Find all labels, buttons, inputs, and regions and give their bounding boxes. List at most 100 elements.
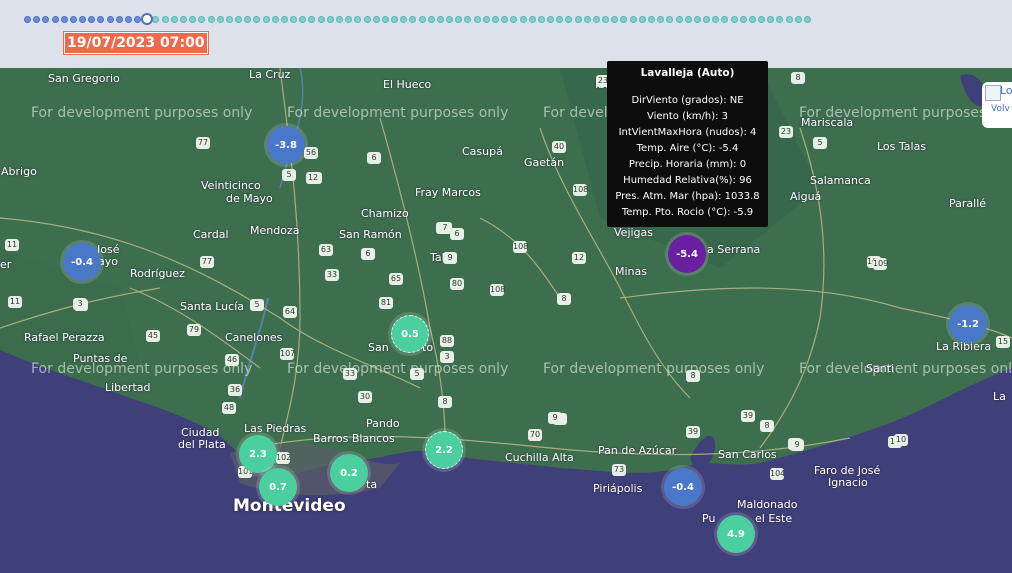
timeline-step[interactable] — [253, 16, 261, 23]
timeline-step[interactable] — [473, 16, 481, 23]
timeline-step[interactable] — [427, 16, 435, 23]
timeline-step[interactable] — [537, 16, 545, 23]
map-canvas[interactable]: For development purposes only For develo… — [0, 68, 1012, 573]
timeline-step[interactable] — [79, 16, 87, 23]
timeline-step[interactable] — [391, 16, 399, 23]
timeline-step[interactable] — [785, 16, 793, 23]
marker-san-gregorio[interactable]: -3.8 — [267, 126, 305, 164]
timeline-handle[interactable] — [141, 13, 154, 25]
timeline-step[interactable] — [583, 16, 591, 23]
timeline-step[interactable] — [363, 16, 371, 23]
timeline-step[interactable] — [776, 16, 784, 23]
timeline-step[interactable] — [354, 16, 362, 23]
timeline-step[interactable] — [501, 16, 509, 23]
back-button[interactable]: Lo Volv — [982, 82, 1012, 128]
timeline-step[interactable] — [33, 16, 41, 23]
timeline-step[interactable] — [712, 16, 720, 23]
timeline-slider[interactable] — [24, 12, 814, 28]
timeline-step[interactable] — [684, 16, 692, 23]
timeline-step[interactable] — [271, 16, 279, 23]
timeline-step[interactable] — [611, 16, 619, 23]
timeline-step[interactable] — [381, 16, 389, 23]
timeline-step[interactable] — [400, 16, 408, 23]
timeline-step[interactable] — [657, 16, 665, 23]
timeline-step[interactable] — [207, 16, 215, 23]
timeline-step[interactable] — [345, 16, 353, 23]
timeline-step[interactable] — [721, 16, 729, 23]
timeline-step[interactable] — [455, 16, 463, 23]
timeline-step[interactable] — [409, 16, 417, 23]
timeline-step[interactable] — [436, 16, 444, 23]
timeline-step[interactable] — [804, 16, 811, 23]
timeline-step[interactable] — [299, 16, 307, 23]
timeline-step[interactable] — [60, 16, 68, 23]
timeline-step[interactable] — [758, 16, 766, 23]
timeline-step[interactable] — [730, 16, 738, 23]
timeline-step[interactable] — [88, 16, 96, 23]
marker-montevideo[interactable]: 0.7 — [259, 468, 297, 506]
timeline-step[interactable] — [106, 16, 114, 23]
timeline-step[interactable] — [794, 16, 802, 23]
marker-rocha[interactable]: -1.2 — [949, 305, 987, 343]
timeline-step[interactable] — [69, 16, 77, 23]
timeline-step[interactable] — [446, 16, 454, 23]
timeline-step[interactable] — [418, 16, 426, 23]
marker-laguna-sauce[interactable]: -0.4 — [664, 468, 702, 506]
timeline-step[interactable] — [629, 16, 637, 23]
timeline-step[interactable] — [235, 16, 243, 23]
timeline-step[interactable] — [675, 16, 683, 23]
marker-las-piedras[interactable]: 2.3 — [239, 435, 277, 473]
timeline-step[interactable] — [161, 16, 169, 23]
marker-trinidad[interactable]: -0.4 — [63, 243, 101, 281]
timeline-step[interactable] — [51, 16, 59, 23]
timeline-step[interactable] — [592, 16, 600, 23]
timeline-step[interactable] — [97, 16, 105, 23]
timeline-step[interactable] — [189, 16, 197, 23]
timeline-step[interactable] — [170, 16, 178, 23]
marker-san-jacinto[interactable]: 0.5 — [391, 315, 429, 353]
marker-punta-del-este[interactable]: 4.9 — [717, 515, 755, 553]
timeline-step[interactable] — [115, 16, 123, 23]
timeline-step[interactable] — [262, 16, 270, 23]
timeline-step[interactable] — [225, 16, 233, 23]
timeline-step[interactable] — [620, 16, 628, 23]
timeline-step[interactable] — [124, 16, 132, 23]
timeline-step[interactable] — [464, 16, 472, 23]
timeline-step[interactable] — [24, 16, 31, 23]
timeline-step[interactable] — [152, 16, 160, 23]
timeline-step[interactable] — [216, 16, 224, 23]
timeline-step[interactable] — [482, 16, 490, 23]
timeline-step[interactable] — [528, 16, 536, 23]
timeline-step[interactable] — [666, 16, 674, 23]
timeline-step[interactable] — [317, 16, 325, 23]
marker-lavalleja[interactable]: -5.4 — [668, 235, 706, 273]
timeline-step[interactable] — [547, 16, 555, 23]
timeline-step[interactable] — [510, 16, 518, 23]
timeline-step[interactable] — [556, 16, 564, 23]
marker-carrasco[interactable]: 0.2 — [330, 454, 368, 492]
timeline-step[interactable] — [693, 16, 701, 23]
timeline-step[interactable] — [134, 16, 142, 23]
timeline-step[interactable] — [565, 16, 573, 23]
timeline-step[interactable] — [767, 16, 775, 23]
timeline-step[interactable] — [280, 16, 288, 23]
timeline-step[interactable] — [739, 16, 747, 23]
timeline-step[interactable] — [602, 16, 610, 23]
timeline-step[interactable] — [326, 16, 334, 23]
marker-pando[interactable]: 2.2 — [425, 431, 463, 469]
timeline-step[interactable] — [519, 16, 527, 23]
timeline-step[interactable] — [244, 16, 252, 23]
timeline-step[interactable] — [574, 16, 582, 23]
timeline-step[interactable] — [372, 16, 380, 23]
timeline-step[interactable] — [308, 16, 316, 23]
timeline-step[interactable] — [180, 16, 187, 23]
timeline-step[interactable] — [648, 16, 655, 23]
timeline-step[interactable] — [198, 16, 206, 23]
timeline-step[interactable] — [638, 16, 646, 23]
timeline-step[interactable] — [703, 16, 711, 23]
timeline-step[interactable] — [336, 16, 343, 23]
timeline-step[interactable] — [748, 16, 756, 23]
timeline-step[interactable] — [492, 16, 499, 23]
timeline-step[interactable] — [290, 16, 298, 23]
timeline-step[interactable] — [42, 16, 50, 23]
